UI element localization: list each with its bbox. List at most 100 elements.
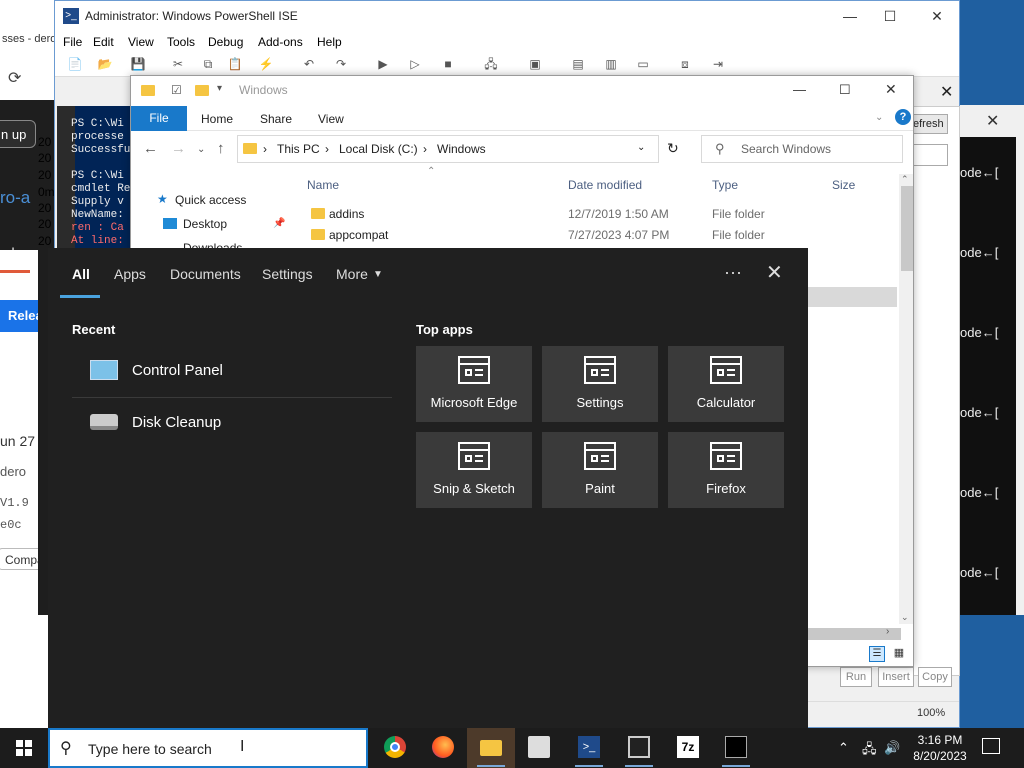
explorer-close-button[interactable]: ✕ bbox=[885, 81, 897, 98]
scroll-right-icon[interactable]: › bbox=[886, 626, 889, 637]
recent-item-control-panel[interactable]: Control Panel bbox=[72, 346, 392, 396]
refresh-button[interactable]: efresh bbox=[910, 114, 948, 134]
app-tile-calculator[interactable]: Calculator bbox=[668, 346, 784, 422]
show-command-addon-icon[interactable]: ⇥ bbox=[710, 56, 726, 72]
nav-desktop[interactable]: Desktop bbox=[183, 217, 227, 231]
file-row-name[interactable]: addins bbox=[329, 207, 364, 221]
taskbar-powershell-ise[interactable]: >_ bbox=[565, 728, 613, 768]
help-close-icon[interactable]: ✕ bbox=[986, 111, 999, 131]
column-type[interactable]: Type bbox=[712, 178, 738, 192]
show-script-max-icon[interactable]: ▭ bbox=[635, 56, 651, 72]
nav-quick-access[interactable]: Quick access bbox=[175, 193, 246, 207]
close-flyout-icon[interactable]: ✕ bbox=[766, 260, 783, 285]
back-arrow-icon[interactable]: ← bbox=[143, 140, 158, 157]
copy-icon[interactable]: ⧉ bbox=[200, 56, 216, 72]
minimize-button[interactable]: — bbox=[830, 5, 870, 27]
volume-icon[interactable]: 🔊 bbox=[884, 740, 900, 756]
stop-icon[interactable]: ■ bbox=[440, 56, 456, 72]
tab-all[interactable]: All bbox=[72, 266, 90, 282]
column-date-modified[interactable]: Date modified bbox=[568, 178, 642, 192]
release-author[interactable]: dero bbox=[0, 464, 26, 479]
tab-documents[interactable]: Documents bbox=[170, 266, 241, 282]
taskbar-cmd[interactable] bbox=[712, 728, 760, 768]
column-name[interactable]: Name bbox=[307, 178, 339, 192]
network-icon[interactable]: 🖧 bbox=[862, 740, 877, 762]
more-options-icon[interactable]: ··· bbox=[724, 262, 742, 283]
release-tag[interactable]: V1.9 bbox=[0, 496, 29, 510]
menu-edit[interactable]: Edit bbox=[93, 35, 114, 49]
paste-icon[interactable]: 📋 bbox=[227, 56, 243, 72]
ribbon-tab-file[interactable]: File bbox=[131, 106, 187, 131]
run-button[interactable]: Run bbox=[840, 667, 872, 687]
app-tile-snip-sketch[interactable]: Snip & Sketch bbox=[416, 432, 532, 508]
run-script-icon[interactable]: ▶ bbox=[375, 56, 391, 72]
more-dropdown-icon[interactable]: ▼ bbox=[373, 269, 383, 280]
vertical-scroll-thumb[interactable] bbox=[901, 186, 913, 271]
clear-console-icon[interactable]: ⚡ bbox=[258, 56, 274, 72]
column-size[interactable]: Size bbox=[832, 178, 855, 192]
new-file-icon[interactable]: 📄 bbox=[67, 56, 83, 72]
breadcrumb-windows[interactable]: Windows bbox=[437, 142, 486, 156]
up-arrow-icon[interactable]: ↑ bbox=[217, 140, 225, 157]
menu-debug[interactable]: Debug bbox=[208, 35, 243, 49]
ribbon-tab-view[interactable]: View bbox=[318, 112, 344, 126]
forward-arrow-icon[interactable]: → bbox=[171, 140, 186, 157]
redo-icon[interactable]: ↷ bbox=[333, 56, 349, 72]
ribbon-tab-home[interactable]: Home bbox=[201, 112, 233, 126]
taskbar-file-explorer[interactable] bbox=[467, 728, 515, 768]
show-command-window-icon[interactable]: ⧈ bbox=[677, 56, 693, 72]
cut-icon[interactable]: ✂ bbox=[170, 56, 186, 72]
tab-more[interactable]: More bbox=[336, 266, 368, 282]
menu-file[interactable]: File bbox=[63, 35, 82, 49]
app-tile-paint[interactable]: Paint bbox=[542, 432, 658, 508]
pin-icon[interactable]: 📌 bbox=[273, 218, 285, 229]
code-tab-fragment[interactable]: ode bbox=[0, 245, 22, 260]
menu-addons[interactable]: Add-ons bbox=[258, 35, 303, 49]
taskbar-terminal[interactable] bbox=[615, 728, 663, 768]
show-hidden-icons[interactable]: ⌃ bbox=[838, 740, 849, 756]
large-icons-view-icon[interactable]: ▦ bbox=[891, 646, 907, 662]
scroll-up-icon[interactable]: ⌃ bbox=[901, 174, 909, 185]
menu-view[interactable]: View bbox=[128, 35, 154, 49]
new-folder-icon[interactable] bbox=[195, 85, 209, 96]
taskbar-7zip[interactable]: 7z bbox=[664, 728, 712, 768]
maximize-button[interactable]: ☐ bbox=[870, 5, 910, 27]
ribbon-tab-share[interactable]: Share bbox=[260, 112, 292, 126]
taskbar-search-box[interactable]: ⚲ Type here to search I bbox=[48, 728, 368, 768]
breadcrumb-separator-icon[interactable]: › bbox=[423, 142, 427, 156]
command-pane-close-icon[interactable]: ✕ bbox=[940, 82, 953, 102]
taskbar-store[interactable] bbox=[515, 728, 563, 768]
breadcrumb-separator-icon[interactable]: › bbox=[263, 142, 267, 156]
file-row-name[interactable]: appcompat bbox=[329, 228, 388, 242]
recent-locations-icon[interactable]: ⌄ bbox=[197, 144, 205, 155]
start-button[interactable] bbox=[0, 728, 48, 768]
explorer-search-placeholder[interactable]: Search Windows bbox=[741, 142, 831, 156]
breadcrumb-separator-icon[interactable]: › bbox=[325, 142, 329, 156]
remote-powershell-icon[interactable]: 🖧 bbox=[483, 56, 499, 72]
clock[interactable]: 3:16 PM 8/20/2023 bbox=[905, 732, 975, 764]
copy-button[interactable]: Copy bbox=[918, 667, 952, 687]
menu-help[interactable]: Help bbox=[317, 35, 342, 49]
run-selection-icon[interactable]: ▷ bbox=[407, 56, 423, 72]
sign-up-button[interactable]: n up bbox=[0, 120, 36, 148]
properties-icon[interactable]: ☑ bbox=[171, 83, 182, 97]
app-tile-settings[interactable]: Settings bbox=[542, 346, 658, 422]
help-icon[interactable]: ? bbox=[895, 109, 911, 125]
command-name-input[interactable] bbox=[910, 144, 948, 166]
save-icon[interactable]: 💾 bbox=[130, 56, 146, 72]
tab-apps[interactable]: Apps bbox=[114, 266, 146, 282]
ribbon-expand-icon[interactable]: ⌄ bbox=[875, 112, 883, 123]
open-icon[interactable]: 📂 bbox=[97, 56, 113, 72]
refresh-icon[interactable]: ↻ bbox=[667, 140, 679, 157]
start-powershell-icon[interactable]: ▣ bbox=[527, 56, 543, 72]
tab-settings[interactable]: Settings bbox=[262, 266, 313, 282]
breadcrumb-this-pc[interactable]: This PC bbox=[277, 142, 320, 156]
recent-item-disk-cleanup[interactable]: Disk Cleanup bbox=[72, 398, 392, 448]
insert-button[interactable]: Insert bbox=[878, 667, 914, 687]
search-placeholder[interactable]: Type here to search bbox=[88, 741, 212, 757]
show-script-right-icon[interactable]: ▥ bbox=[603, 56, 619, 72]
app-tile-microsoft-edge[interactable]: Microsoft Edge bbox=[416, 346, 532, 422]
breadcrumb-local-disk[interactable]: Local Disk (C:) bbox=[339, 142, 418, 156]
taskbar-chrome[interactable] bbox=[371, 728, 419, 768]
undo-icon[interactable]: ↶ bbox=[301, 56, 317, 72]
